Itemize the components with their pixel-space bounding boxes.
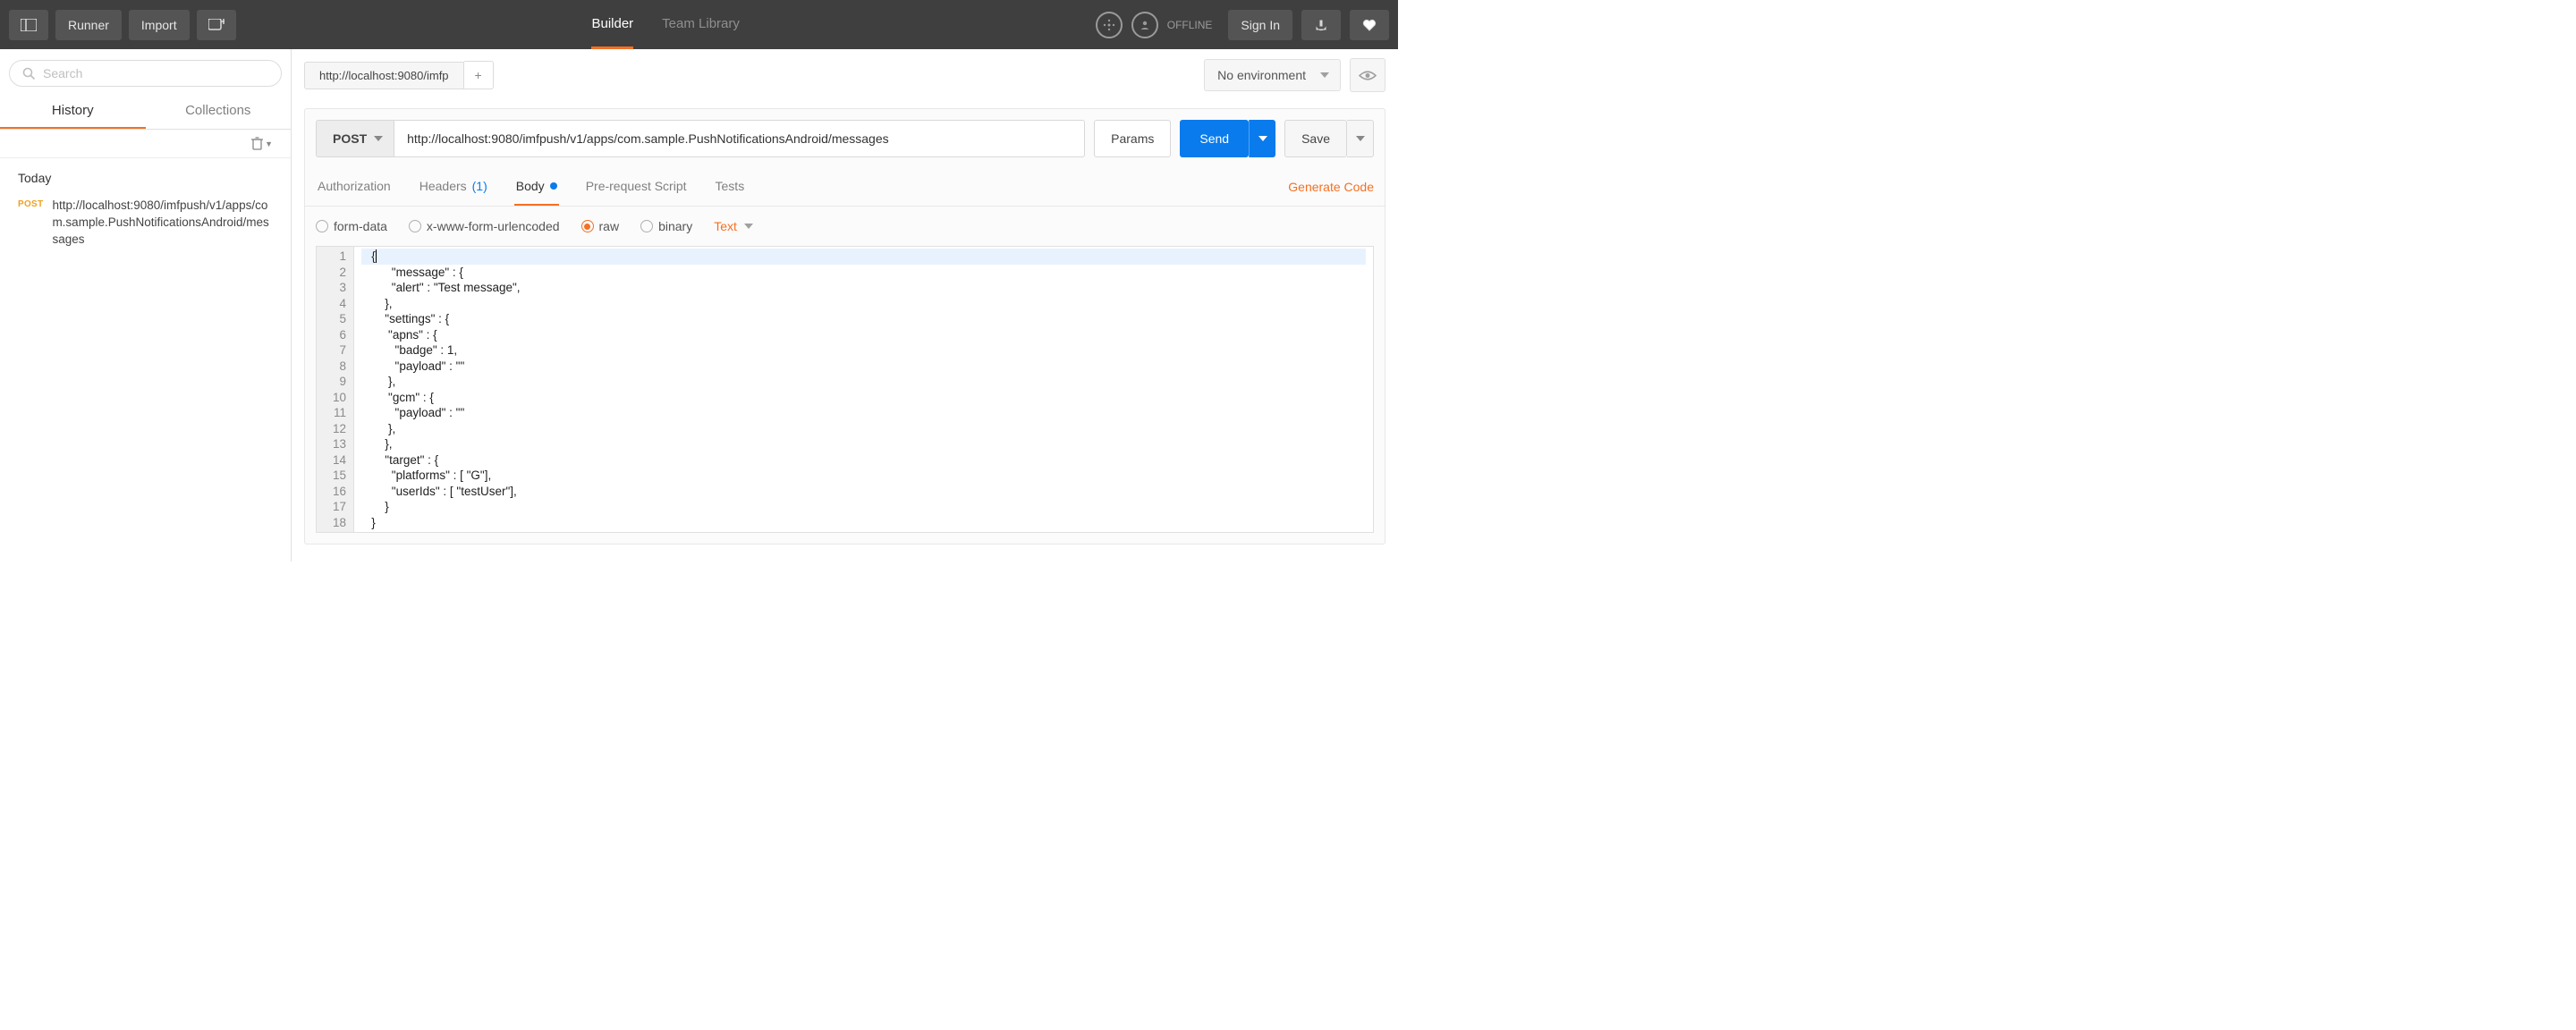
search-box[interactable] bbox=[9, 60, 282, 87]
tab-builder[interactable]: Builder bbox=[591, 0, 633, 49]
send-button[interactable]: Send bbox=[1180, 120, 1249, 157]
subtab-headers[interactable]: Headers (1) bbox=[418, 168, 489, 206]
sidebar-tab-history[interactable]: History bbox=[0, 94, 146, 129]
sync-icon[interactable] bbox=[1096, 12, 1123, 38]
runner-button[interactable]: Runner bbox=[55, 10, 122, 40]
params-button[interactable]: Params bbox=[1094, 120, 1171, 157]
clear-history-button[interactable]: ▼ bbox=[251, 137, 273, 150]
subtab-tests[interactable]: Tests bbox=[714, 168, 747, 206]
history-date-label: Today bbox=[18, 171, 273, 185]
environment-select[interactable]: No environment bbox=[1204, 59, 1341, 91]
add-tab-button[interactable]: + bbox=[464, 61, 494, 89]
headers-count: (1) bbox=[472, 179, 487, 193]
subtab-authorization[interactable]: Authorization bbox=[316, 168, 393, 206]
request-tab[interactable]: http://localhost:9080/imfp bbox=[304, 62, 464, 89]
raw-type-select[interactable]: Text bbox=[714, 219, 753, 233]
toggle-sidebar-button[interactable] bbox=[9, 10, 48, 40]
sidebar: History Collections ▼ Today POST http://… bbox=[0, 49, 292, 561]
heart-icon[interactable] bbox=[1350, 10, 1389, 40]
subtab-body[interactable]: Body bbox=[514, 168, 559, 206]
body-type-binary[interactable]: binary bbox=[640, 219, 692, 233]
url-input[interactable] bbox=[394, 120, 1085, 157]
sign-in-button[interactable]: Sign In bbox=[1228, 10, 1292, 40]
save-button[interactable]: Save bbox=[1284, 120, 1347, 157]
editor-gutter: 123456789101112131415161718 bbox=[317, 247, 354, 532]
search-input[interactable] bbox=[43, 66, 268, 80]
import-button[interactable]: Import bbox=[129, 10, 190, 40]
content: http://localhost:9080/imfp + No environm… bbox=[292, 49, 1398, 561]
body-modified-indicator bbox=[550, 182, 557, 190]
send-dropdown[interactable] bbox=[1249, 120, 1275, 157]
history-item-method: POST bbox=[18, 198, 43, 209]
sidebar-tab-collections[interactable]: Collections bbox=[146, 94, 292, 129]
editor-code[interactable]: { "message" : { "alert" : "Test message"… bbox=[354, 247, 1373, 532]
history-item-url: http://localhost:9080/imfpush/v1/apps/co… bbox=[52, 198, 273, 249]
tab-team-library[interactable]: Team Library bbox=[662, 0, 740, 49]
body-editor[interactable]: 123456789101112131415161718 { "message" … bbox=[316, 246, 1374, 533]
topbar: Runner Import Builder Team Library OFFLI… bbox=[0, 0, 1398, 49]
generate-code-link[interactable]: Generate Code bbox=[1288, 169, 1374, 205]
offline-status: OFFLINE bbox=[1167, 19, 1213, 31]
history-item[interactable]: POST http://localhost:9080/imfpush/v1/ap… bbox=[18, 198, 273, 249]
method-select[interactable]: POST bbox=[316, 120, 394, 157]
search-icon bbox=[22, 67, 36, 80]
env-quicklook-button[interactable] bbox=[1350, 58, 1385, 92]
subtab-prerequest[interactable]: Pre-request Script bbox=[584, 168, 689, 206]
body-type-formdata[interactable]: form-data bbox=[316, 219, 387, 233]
user-icon[interactable] bbox=[1131, 12, 1158, 38]
eye-icon bbox=[1359, 70, 1377, 81]
new-window-button[interactable] bbox=[197, 10, 236, 40]
body-type-urlencoded[interactable]: x-www-form-urlencoded bbox=[409, 219, 560, 233]
body-type-raw[interactable]: raw bbox=[581, 219, 620, 233]
settings-icon[interactable] bbox=[1301, 10, 1341, 40]
save-dropdown[interactable] bbox=[1347, 120, 1374, 157]
